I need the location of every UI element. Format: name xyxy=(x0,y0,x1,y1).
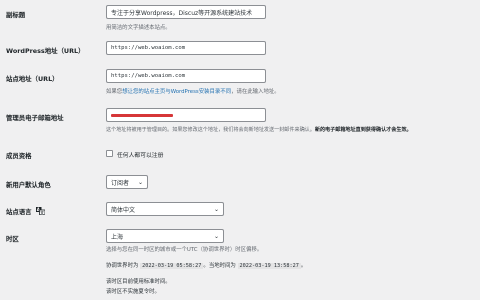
site-url-description-link[interactable]: 想让您的站点主页与WordPress安装目录不同 xyxy=(122,89,231,95)
timezone-dst-note-2: 该时区不实施夏令时。 xyxy=(106,289,160,295)
admin-email-label: 管理员电子邮箱地址 xyxy=(6,114,64,122)
site-url-input[interactable]: https://web.woaiom.com xyxy=(106,69,266,83)
timezone-value: 上海 xyxy=(111,233,124,241)
admin-email-input[interactable] xyxy=(106,108,266,122)
site-url-description: 如果您想让您的站点主页与WordPress安装目录不同，请在此输入地址。 xyxy=(106,87,280,95)
site-language-select[interactable]: 简体中文 ⌄ xyxy=(106,202,224,216)
timezone-select[interactable]: 上海 ⌄ xyxy=(106,229,224,243)
timezone-times: 协调世界时为 2022-03-19 05:58:27 。当地时间为 2022-03… xyxy=(106,261,306,269)
default-role-value: 订阅者 xyxy=(111,179,130,187)
chevron-down-icon: ⌄ xyxy=(137,178,143,186)
site-language-label: 站点语言 A 文 xyxy=(6,207,46,216)
local-time: 2022-03-19 13:58:27 xyxy=(237,263,301,269)
timezone-description: 选择与您在同一时区的城市或一个UTC（协调世界时）时区偏移。 xyxy=(106,247,263,253)
membership-label: 成员资格 xyxy=(6,152,32,160)
chevron-down-icon: ⌄ xyxy=(213,205,219,213)
tagline-value: 专注于分享Wordpress，Discuz等开源系统建站技术 xyxy=(111,9,253,17)
site-url-description-pre: 如果您 xyxy=(106,89,123,95)
admin-email-description: 这个地址将被用于管理目的。如果您修改这个地址，我们将会向新地址发送一封邮件来确认… xyxy=(106,126,412,133)
site-url-description-post: ，请在此输入地址。 xyxy=(231,89,280,95)
svg-text:文: 文 xyxy=(39,210,44,215)
local-end: 。 xyxy=(300,263,307,269)
local-label: 。当地时间为 xyxy=(203,263,236,269)
membership-checkbox-label[interactable]: 任何人都可以注册 xyxy=(117,150,163,159)
chevron-down-icon: ⌄ xyxy=(213,232,219,240)
site-language-value: 简体中文 xyxy=(111,206,136,214)
timezone-label: 时区 xyxy=(6,235,19,243)
default-role-select[interactable]: 订阅者 ⌄ xyxy=(106,175,148,189)
wp-url-label: WordPress地址（URL） xyxy=(6,47,85,55)
admin-email-description-pre: 这个地址将被用于管理目的。如果您修改这个地址，我们将会向新地址发送一封邮件来确认… xyxy=(106,127,315,133)
site-url-value: https://web.woaiom.com xyxy=(111,73,186,79)
tagline-input[interactable]: 专注于分享Wordpress，Discuz等开源系统建站技术 xyxy=(106,5,266,19)
wp-url-input[interactable]: https://web.woaiom.com xyxy=(106,41,266,55)
site-language-label-text: 站点语言 xyxy=(6,208,32,216)
translation-icon: A 文 xyxy=(35,207,46,216)
timezone-dst-note-1: 该时区目前使用标准时间。 xyxy=(106,279,171,285)
tagline-description: 用简洁的文字描述本站点。 xyxy=(106,25,171,31)
tagline-label: 副标题 xyxy=(6,11,26,19)
membership-checkbox[interactable] xyxy=(106,150,113,157)
utc-label: 协调世界时为 xyxy=(106,263,139,269)
admin-email-description-bold: 新的电子邮箱地址直到获得确认才会生效。 xyxy=(314,127,412,133)
admin-email-redacted xyxy=(111,113,173,117)
default-role-label: 新用户默认角色 xyxy=(6,181,51,189)
site-url-label: 站点地址（URL） xyxy=(6,75,59,83)
utc-time: 2022-03-19 05:58:27 xyxy=(140,263,204,269)
wp-url-value: https://web.woaiom.com xyxy=(111,45,186,51)
